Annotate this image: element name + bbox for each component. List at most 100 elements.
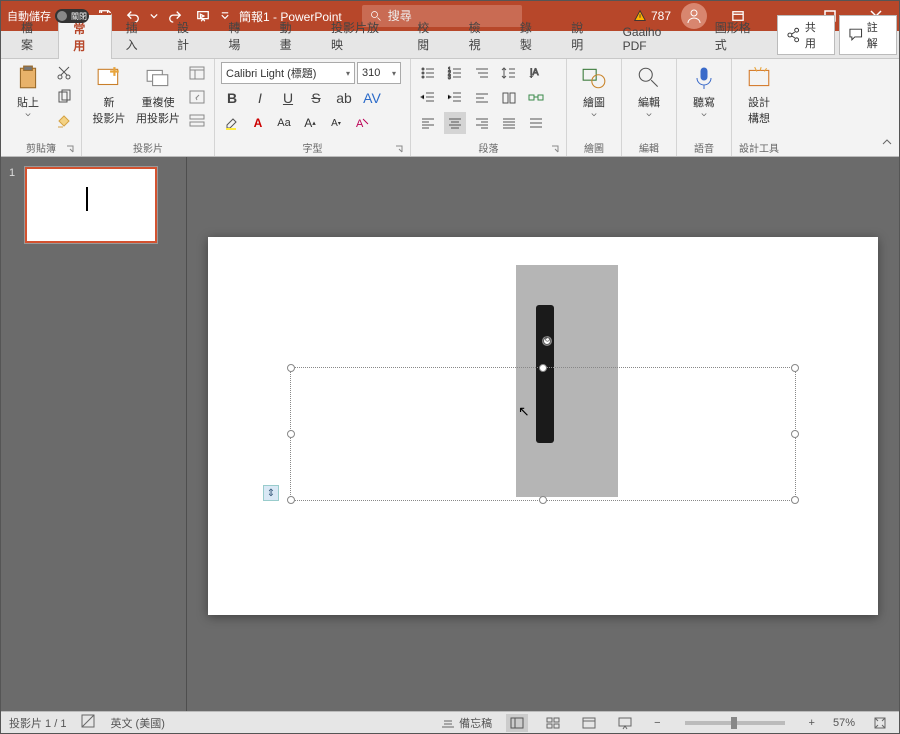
reuse-slides-button[interactable]: 重複使 用投影片 [134,62,182,140]
tab-shapeformat[interactable]: 圖形格式 [701,14,776,58]
tab-animations[interactable]: 動畫 [266,14,317,58]
font-color-button[interactable]: A [247,112,269,134]
normal-view-icon[interactable] [506,714,528,732]
resize-handle-s[interactable] [539,496,547,504]
sorter-view-icon[interactable] [542,714,564,732]
columns-button[interactable] [498,87,520,109]
slide-thumbnails-pane[interactable]: 1 [1,157,187,711]
italic-button[interactable]: I [249,87,271,109]
clipboard-dialog-launcher-icon[interactable] [65,144,75,154]
font-name-combo[interactable]: Calibri Light (標題)▾ [221,62,355,84]
bold-button[interactable]: B [221,87,243,109]
resize-handle-e[interactable] [791,430,799,438]
zoom-in-button[interactable]: + [805,717,819,729]
tab-gaaiho[interactable]: Gaaiho PDF [609,20,701,58]
autofit-options-icon[interactable]: ⇕ [263,485,279,501]
editing-button[interactable]: 編輯 [628,62,670,140]
zoom-out-button[interactable]: − [650,717,664,729]
font-size-combo[interactable]: 310▾ [357,62,401,84]
text-direction-button[interactable]: I͎A [525,62,547,84]
group-designer: 設計 構想 設計工具 [732,59,786,156]
resize-handle-sw[interactable] [287,496,295,504]
paragraph-dialog-launcher-icon[interactable] [550,144,560,154]
font-dialog-launcher-icon[interactable] [394,144,404,154]
align-text-button[interactable] [471,87,493,109]
thumbnail-preview[interactable] [25,167,157,243]
slide-canvas-area[interactable]: ⇕ ↖ [187,157,899,711]
tab-file[interactable]: 檔案 [7,14,58,58]
resize-handle-ne[interactable] [791,364,799,372]
application-window: 自動儲存 關閉 簡報1 - PowerPoint 787 [0,0,900,734]
fit-window-icon[interactable] [869,714,891,732]
tab-design[interactable]: 設計 [163,14,214,58]
numbering-button[interactable]: 123 [444,62,466,84]
shadow-button[interactable]: ab [333,87,355,109]
ribbon: 貼上 剪貼簿 新 投影片 重複使 用投影片 [1,59,899,157]
slideshow-view-icon[interactable] [614,714,636,732]
inc-indent-button[interactable] [444,87,466,109]
align-center-button[interactable] [444,112,466,134]
collapse-ribbon-icon[interactable] [881,137,893,152]
tab-view[interactable]: 檢視 [455,14,506,58]
notes-button[interactable]: 備忘稿 [440,715,492,731]
align-right-button[interactable] [471,112,493,134]
strike-button[interactable]: S [305,87,327,109]
microphone-icon [690,64,718,92]
dictate-button[interactable]: 聽寫 [683,62,725,140]
align-left-button[interactable] [417,112,439,134]
svg-text:3: 3 [448,75,451,81]
tab-help[interactable]: 說明 [557,14,608,58]
list-level-button[interactable] [471,62,493,84]
share-button[interactable]: 共用 [777,15,835,55]
selection-box[interactable] [290,367,796,501]
paste-button[interactable]: 貼上 [7,62,49,140]
zoom-slider[interactable] [685,721,785,725]
language-indicator[interactable]: 英文 (美國) [110,715,164,731]
new-slide-icon [95,64,123,92]
distribute-button[interactable] [525,112,547,134]
change-case-button[interactable]: Aa [273,112,295,134]
dec-indent-button[interactable] [417,87,439,109]
resize-handle-se[interactable] [791,496,799,504]
tab-insert[interactable]: 插入 [112,14,163,58]
zoom-percent[interactable]: 57% [833,717,855,729]
group-slides: 新 投影片 重複使 用投影片 投影片 [82,59,215,156]
char-spacing-button[interactable]: AV [361,87,383,109]
slide-counter[interactable]: 投影片 1 / 1 [9,715,66,731]
paste-icon [14,64,42,92]
clear-format-button[interactable]: A [351,112,373,134]
rotation-handle[interactable] [542,336,552,346]
drawing-button[interactable]: 繪圖 [573,62,615,140]
underline-button[interactable]: U [277,87,299,109]
comments-button[interactable]: 註解 [839,15,897,55]
copy-button[interactable] [53,86,75,108]
zoom-thumb[interactable] [731,717,737,729]
tab-transitions[interactable]: 轉場 [214,14,265,58]
line-spacing-button[interactable] [498,62,520,84]
convert-smartart-button[interactable] [525,87,547,109]
autosave-switch-off[interactable]: 關閉 [55,9,89,23]
design-ideas-button[interactable]: 設計 構想 [738,62,780,140]
reuse-slides-icon [144,64,172,92]
tab-review[interactable]: 校閱 [403,14,454,58]
resize-handle-nw[interactable] [287,364,295,372]
justify-button[interactable] [498,112,520,134]
format-painter-button[interactable] [53,110,75,132]
thumbnail-1[interactable]: 1 [9,167,178,243]
grow-font-button[interactable]: A▴ [299,112,321,134]
section-button[interactable] [186,110,208,132]
resize-handle-n[interactable] [539,364,547,372]
tab-record[interactable]: 錄製 [506,14,557,58]
highlight-button[interactable] [221,112,243,134]
accessibility-icon[interactable] [80,713,96,732]
slide[interactable]: ⇕ ↖ [208,237,878,615]
reading-view-icon[interactable] [578,714,600,732]
layout-button[interactable] [186,62,208,84]
cut-button[interactable] [53,62,75,84]
reset-button[interactable] [186,86,208,108]
tab-slideshow[interactable]: 投影片放映 [317,14,403,58]
shrink-font-button[interactable]: A▾ [325,112,347,134]
bullets-button[interactable] [417,62,439,84]
resize-handle-w[interactable] [287,430,295,438]
new-slide-button[interactable]: 新 投影片 [88,62,130,140]
